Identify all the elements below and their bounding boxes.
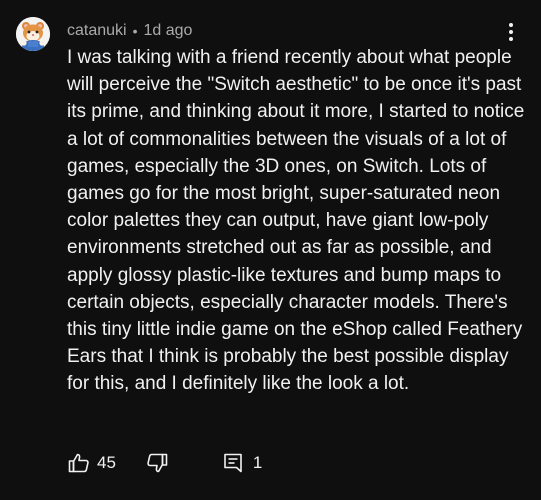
- comment-header: catanuki • 1d ago: [67, 20, 192, 42]
- comment: catanuki • 1d ago I was talking with a f…: [0, 0, 541, 500]
- username[interactable]: catanuki: [67, 20, 127, 42]
- separator-dot: •: [132, 23, 138, 39]
- menu-dot: [509, 37, 513, 41]
- avatar[interactable]: [16, 17, 50, 51]
- like-count: 45: [97, 453, 116, 472]
- more-vert-icon[interactable]: [501, 20, 521, 44]
- menu-dot: [509, 30, 513, 34]
- dislike-button[interactable]: [145, 451, 169, 475]
- comment-text: I was talking with a friend recently abo…: [67, 47, 525, 395]
- menu-dot: [509, 23, 513, 27]
- like-button[interactable]: 45: [67, 451, 116, 475]
- thumbs-down-icon: [147, 453, 168, 473]
- replies-icon: [224, 453, 242, 473]
- comment-actions: 45 1: [67, 451, 262, 475]
- reply-count: 1: [252, 453, 263, 472]
- replies-button[interactable]: 1: [221, 451, 262, 475]
- thumbs-up-icon: [68, 453, 89, 473]
- timestamp[interactable]: 1d ago: [144, 20, 193, 42]
- hamster-avatar-icon: [16, 17, 50, 51]
